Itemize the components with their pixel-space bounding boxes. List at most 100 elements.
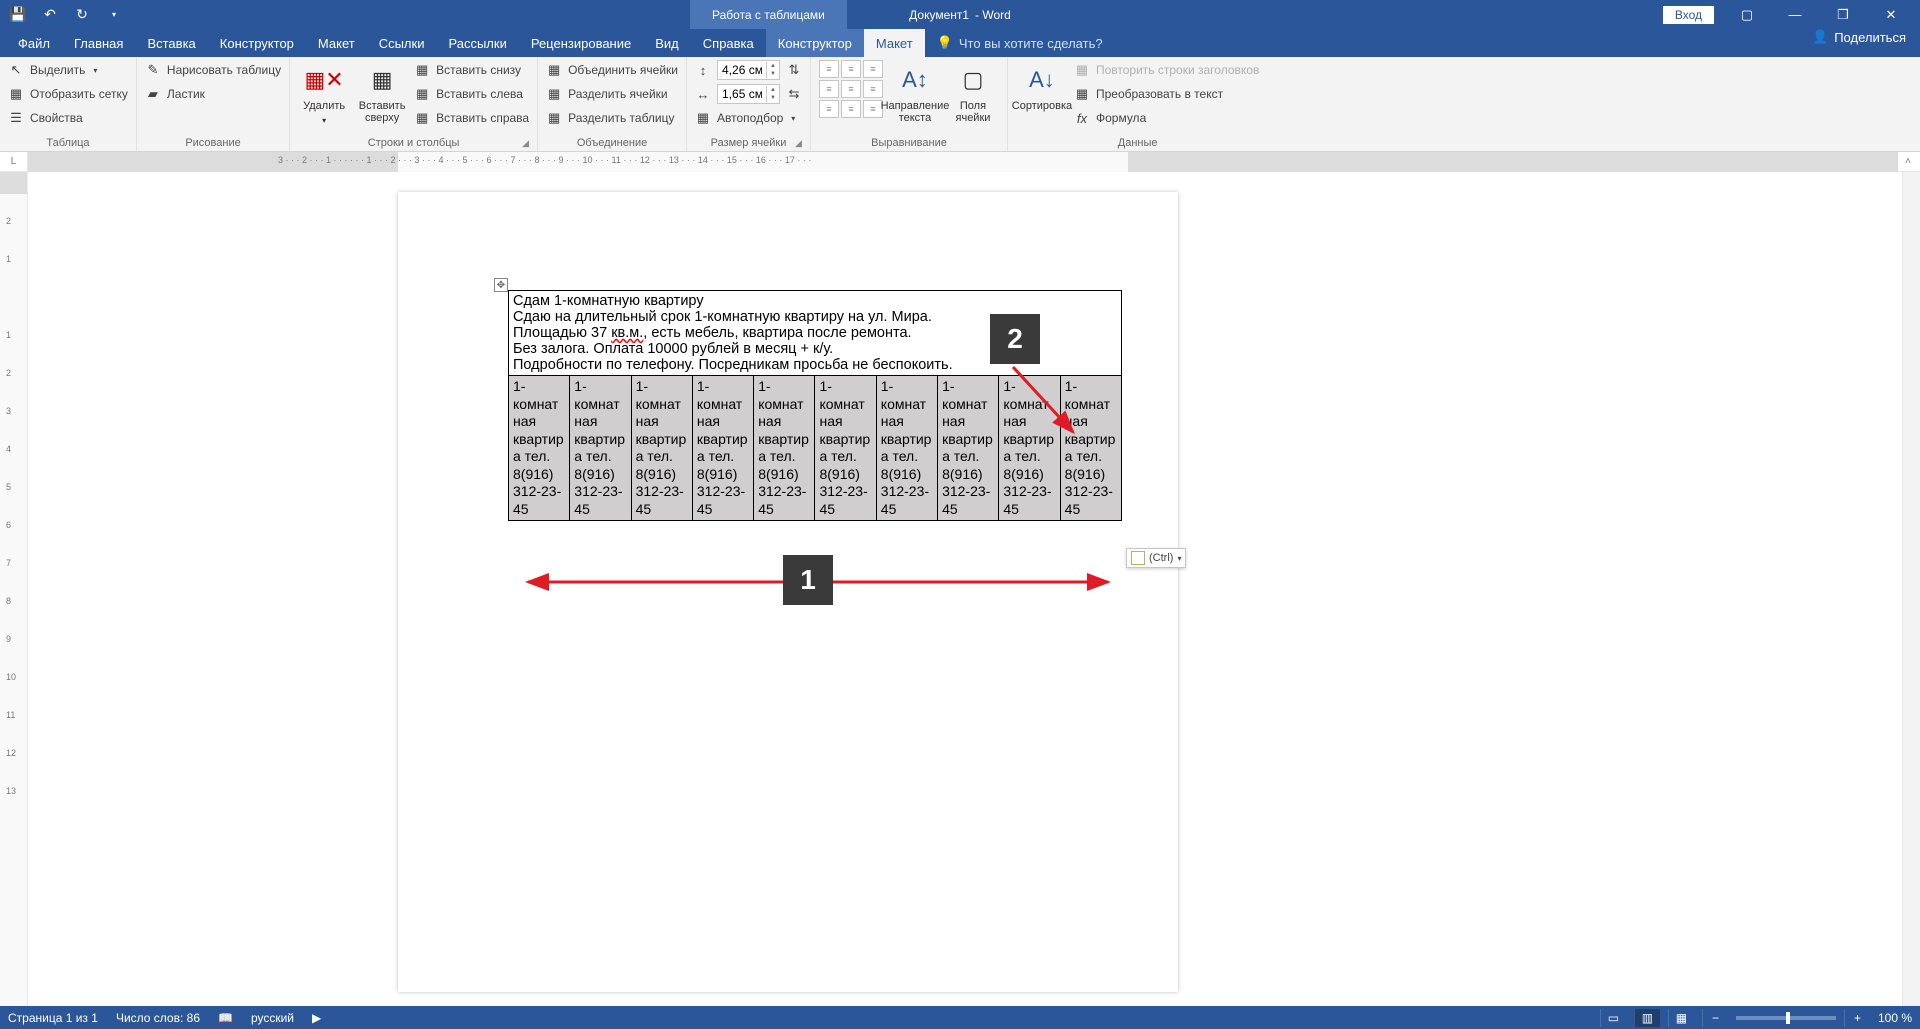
insert-below-button[interactable]: ▦Вставить снизу bbox=[414, 60, 529, 80]
spin-down[interactable]: ▼ bbox=[767, 94, 779, 102]
align-mid-right[interactable]: ≡ bbox=[863, 80, 883, 98]
tearoff-cell[interactable]: 1-комнатная квартира тел. 8(916) 312-23-… bbox=[692, 376, 753, 521]
sort-button[interactable]: A↓Сортировка bbox=[1016, 60, 1068, 112]
undo-button[interactable]: ↶ bbox=[36, 3, 64, 27]
tab-design[interactable]: Конструктор bbox=[208, 29, 306, 57]
qat-customize-button[interactable]: ▾ bbox=[100, 3, 128, 27]
view-gridlines-button[interactable]: ▦Отобразить сетку bbox=[8, 84, 128, 104]
lightbulb-icon: 💡 bbox=[937, 35, 953, 51]
convert-to-text-button[interactable]: ▦Преобразовать в текст bbox=[1074, 84, 1259, 104]
tab-file[interactable]: Файл bbox=[6, 29, 62, 57]
tab-layout[interactable]: Макет bbox=[306, 29, 367, 57]
split-cells-icon: ▦ bbox=[546, 86, 562, 102]
autofit-button[interactable]: ▦Автоподбор▾ bbox=[695, 108, 802, 128]
redo-button[interactable]: ↻ bbox=[68, 3, 96, 27]
tab-insert[interactable]: Вставка bbox=[135, 29, 207, 57]
eraser-button[interactable]: ▰Ластик bbox=[145, 84, 281, 104]
insert-above-button[interactable]: ▦Вставить сверху bbox=[356, 60, 408, 124]
spin-down[interactable]: ▼ bbox=[767, 70, 779, 78]
insert-left-button[interactable]: ▦Вставить слева bbox=[414, 84, 529, 104]
tearoff-cell[interactable]: 1-комнатная квартира тел. 8(916) 312-23-… bbox=[815, 376, 876, 521]
spin-up[interactable]: ▲ bbox=[767, 86, 779, 94]
formula-button[interactable]: fxФормула bbox=[1074, 108, 1259, 128]
collapse-ribbon-button[interactable]: ˄ bbox=[1900, 153, 1916, 169]
select-button[interactable]: ↖Выделить▾ bbox=[8, 60, 128, 80]
ad-title: Сдам 1-комнатную квартиру bbox=[513, 293, 1117, 309]
tearoff-cell[interactable]: 1-комнатная квартира тел. 8(916) 312-23-… bbox=[631, 376, 692, 521]
merge-cells-button[interactable]: ▦Объединить ячейки bbox=[546, 60, 678, 80]
column-width-input[interactable]: ▲▼ bbox=[717, 84, 780, 104]
autofit-icon: ▦ bbox=[695, 110, 711, 126]
macro-record-icon[interactable]: ▶ bbox=[312, 1011, 321, 1025]
align-mid-center[interactable]: ≡ bbox=[841, 80, 861, 98]
split-table-button[interactable]: ▦Разделить таблицу bbox=[546, 108, 678, 128]
tearoff-cell[interactable]: 1-комнатная квартира тел. 8(916) 312-23-… bbox=[876, 376, 937, 521]
title-bar: 💾 ↶ ↻ ▾ Документ1 - Word Работа с таблиц… bbox=[0, 0, 1920, 29]
zoom-out-button[interactable]: − bbox=[1702, 1009, 1728, 1027]
spin-up[interactable]: ▲ bbox=[767, 62, 779, 70]
tell-me-search[interactable]: 💡 Что вы хотите сделать? bbox=[925, 29, 1115, 57]
tearoff-cell[interactable]: 1-комнатная квартира тел. 8(916) 312-23-… bbox=[1060, 376, 1121, 521]
align-mid-left[interactable]: ≡ bbox=[819, 80, 839, 98]
cell-margins-button[interactable]: ▢Поля ячейки bbox=[947, 60, 999, 124]
zoom-slider[interactable] bbox=[1736, 1016, 1836, 1020]
vertical-ruler[interactable]: 2112345678910111213 bbox=[0, 172, 28, 1006]
tearoff-cell[interactable]: 1-комнатная квартира тел. 8(916) 312-23-… bbox=[938, 376, 999, 521]
tab-table-design[interactable]: Конструктор bbox=[766, 29, 864, 57]
tab-review[interactable]: Рецензирование bbox=[519, 29, 643, 57]
row-height-input[interactable]: ▲▼ bbox=[717, 60, 780, 80]
share-button[interactable]: 👤 Поделиться bbox=[1812, 29, 1906, 45]
tab-selector[interactable]: L bbox=[0, 152, 28, 171]
split-cells-button[interactable]: ▦Разделить ячейки bbox=[546, 84, 678, 104]
tab-view[interactable]: Вид bbox=[643, 29, 691, 57]
tab-help[interactable]: Справка bbox=[691, 29, 766, 57]
quick-access-toolbar: 💾 ↶ ↻ ▾ bbox=[0, 3, 128, 27]
signin-button[interactable]: Вход bbox=[1663, 6, 1714, 24]
minimize-button[interactable]: — bbox=[1772, 0, 1818, 29]
read-mode-button[interactable]: ▭ bbox=[1600, 1009, 1626, 1027]
print-layout-button[interactable]: ▥ bbox=[1634, 1009, 1660, 1027]
tearoff-cell[interactable]: 1-комнатная квартира тел. 8(916) 312-23-… bbox=[570, 376, 631, 521]
word-count[interactable]: Число слов: 86 bbox=[116, 1011, 200, 1025]
text-direction-button[interactable]: A↕Направление текста bbox=[889, 60, 941, 124]
document-area[interactable]: ✥ Сдам 1-комнатную квартиру Сдаю на длит… bbox=[28, 172, 1902, 1006]
vertical-scrollbar[interactable] bbox=[1902, 172, 1920, 1006]
web-layout-button[interactable]: ▦ bbox=[1668, 1009, 1694, 1027]
dialog-launcher[interactable]: ◢ bbox=[795, 138, 802, 149]
ribbon-display-options-button[interactable]: ▢ bbox=[1724, 0, 1770, 29]
paste-options-button[interactable]: (Ctrl) ▾ bbox=[1126, 548, 1186, 568]
distribute-columns-icon[interactable]: ⇆ bbox=[786, 86, 802, 102]
dialog-launcher[interactable]: ◢ bbox=[522, 138, 529, 149]
zoom-in-button[interactable]: + bbox=[1844, 1009, 1870, 1027]
chevron-down-icon: ▾ bbox=[93, 66, 97, 75]
insert-right-button[interactable]: ▦Вставить справа bbox=[414, 108, 529, 128]
split-table-icon: ▦ bbox=[546, 110, 562, 126]
page-status[interactable]: Страница 1 из 1 bbox=[8, 1011, 98, 1025]
tearoff-cell[interactable]: 1-комнатная квартира тел. 8(916) 312-23-… bbox=[509, 376, 570, 521]
tearoff-cell[interactable]: 1-комнатная квартира тел. 8(916) 312-23-… bbox=[999, 376, 1060, 521]
annotation-marker-1: 1 bbox=[783, 555, 833, 605]
tearoff-cell[interactable]: 1-комнатная квартира тел. 8(916) 312-23-… bbox=[754, 376, 815, 521]
tab-table-layout[interactable]: Макет bbox=[864, 29, 925, 57]
draw-table-button[interactable]: ✎Нарисовать таблицу bbox=[145, 60, 281, 80]
tab-home[interactable]: Главная bbox=[62, 29, 135, 57]
tab-mailings[interactable]: Рассылки bbox=[436, 29, 518, 57]
align-top-center[interactable]: ≡ bbox=[841, 60, 861, 78]
close-button[interactable]: ✕ bbox=[1868, 0, 1914, 29]
tab-references[interactable]: Ссылки bbox=[367, 29, 437, 57]
proofing-icon[interactable]: 📖 bbox=[218, 1011, 233, 1025]
distribute-rows-icon[interactable]: ⇅ bbox=[786, 62, 802, 78]
save-button[interactable]: 💾 bbox=[4, 3, 32, 27]
properties-button[interactable]: ☰Свойства bbox=[8, 108, 128, 128]
align-bot-left[interactable]: ≡ bbox=[819, 100, 839, 118]
zoom-level[interactable]: 100 % bbox=[1878, 1011, 1912, 1025]
delete-table-icon: ▦✕ bbox=[308, 64, 340, 96]
delete-button[interactable]: ▦✕Удалить▾ bbox=[298, 60, 350, 125]
horizontal-ruler[interactable]: 3 · · · 2 · · · 1 · · · · · · 1 · · · 2 … bbox=[28, 152, 1898, 172]
table-move-handle[interactable]: ✥ bbox=[494, 278, 508, 292]
align-bot-center[interactable]: ≡ bbox=[841, 100, 861, 118]
align-top-right[interactable]: ≡ bbox=[863, 60, 883, 78]
maximize-button[interactable]: ❐ bbox=[1820, 0, 1866, 29]
language-status[interactable]: русский bbox=[251, 1011, 294, 1025]
align-top-left[interactable]: ≡ bbox=[819, 60, 839, 78]
